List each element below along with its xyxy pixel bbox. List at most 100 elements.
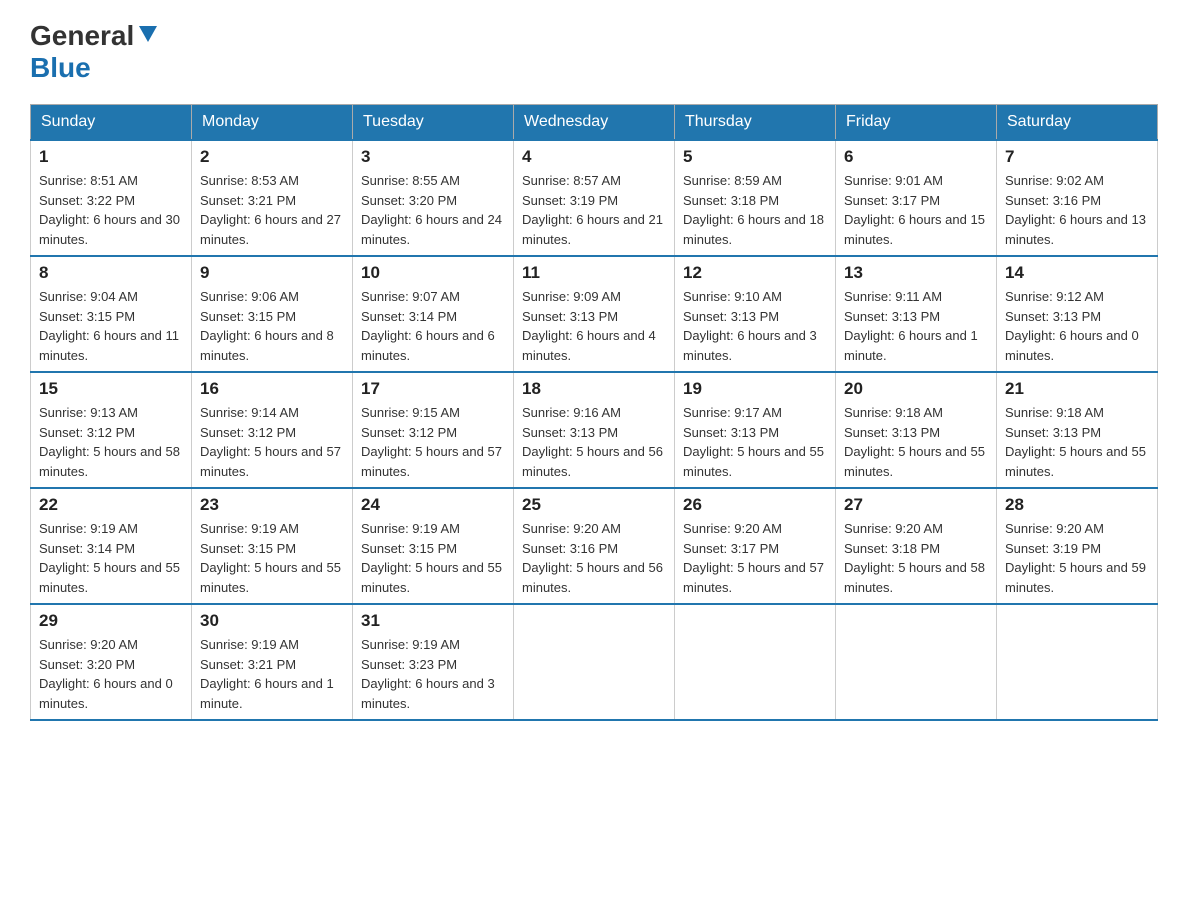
day-number: 1 — [39, 147, 183, 167]
day-number: 18 — [522, 379, 666, 399]
day-info: Sunrise: 8:55 AMSunset: 3:20 PMDaylight:… — [361, 171, 505, 249]
day-number: 31 — [361, 611, 505, 631]
day-number: 10 — [361, 263, 505, 283]
calendar-header-row: SundayMondayTuesdayWednesdayThursdayFrid… — [31, 105, 1158, 141]
day-number: 15 — [39, 379, 183, 399]
calendar-week-row: 8Sunrise: 9:04 AMSunset: 3:15 PMDaylight… — [31, 256, 1158, 372]
calendar-cell: 3 Sunrise: 8:55 AMSunset: 3:20 PMDaylight… — [353, 140, 514, 256]
day-number: 23 — [200, 495, 344, 515]
day-number: 30 — [200, 611, 344, 631]
day-number: 20 — [844, 379, 988, 399]
column-header-monday: Monday — [192, 105, 353, 141]
day-info: Sunrise: 9:10 AMSunset: 3:13 PMDaylight:… — [683, 287, 827, 365]
calendar-cell — [997, 604, 1158, 720]
column-header-friday: Friday — [836, 105, 997, 141]
day-info: Sunrise: 9:17 AMSunset: 3:13 PMDaylight:… — [683, 403, 827, 481]
calendar-cell: 14 Sunrise: 9:12 AMSunset: 3:13 PMDayligh… — [997, 256, 1158, 372]
calendar-week-row: 29 Sunrise: 9:20 AMSunset: 3:20 PMDayligh… — [31, 604, 1158, 720]
calendar-cell: 5Sunrise: 8:59 AMSunset: 3:18 PMDaylight… — [675, 140, 836, 256]
day-info: Sunrise: 9:20 AMSunset: 3:16 PMDaylight:… — [522, 519, 666, 597]
day-info: Sunrise: 9:19 AMSunset: 3:15 PMDaylight:… — [361, 519, 505, 597]
column-header-sunday: Sunday — [31, 105, 192, 141]
calendar-cell: 18 Sunrise: 9:16 AMSunset: 3:13 PMDayligh… — [514, 372, 675, 488]
logo-arrow-icon — [137, 24, 159, 49]
day-info: Sunrise: 9:07 AMSunset: 3:14 PMDaylight:… — [361, 287, 505, 365]
calendar-cell: 15 Sunrise: 9:13 AMSunset: 3:12 PMDayligh… — [31, 372, 192, 488]
calendar-cell: 10 Sunrise: 9:07 AMSunset: 3:14 PMDayligh… — [353, 256, 514, 372]
day-number: 11 — [522, 263, 666, 283]
day-number: 3 — [361, 147, 505, 167]
day-info: Sunrise: 8:51 AMSunset: 3:22 PMDaylight:… — [39, 171, 183, 249]
day-info: Sunrise: 9:19 AMSunset: 3:14 PMDaylight:… — [39, 519, 183, 597]
calendar-cell: 9 Sunrise: 9:06 AMSunset: 3:15 PMDaylight… — [192, 256, 353, 372]
day-info: Sunrise: 9:20 AMSunset: 3:20 PMDaylight:… — [39, 635, 183, 713]
day-info: Sunrise: 9:18 AMSunset: 3:13 PMDaylight:… — [1005, 403, 1149, 481]
day-info: Sunrise: 9:16 AMSunset: 3:13 PMDaylight:… — [522, 403, 666, 481]
day-number: 16 — [200, 379, 344, 399]
calendar-cell: 11Sunrise: 9:09 AMSunset: 3:13 PMDayligh… — [514, 256, 675, 372]
calendar-cell: 2 Sunrise: 8:53 AMSunset: 3:21 PMDaylight… — [192, 140, 353, 256]
column-header-tuesday: Tuesday — [353, 105, 514, 141]
calendar-cell: 21 Sunrise: 9:18 AMSunset: 3:13 PMDayligh… — [997, 372, 1158, 488]
column-header-wednesday: Wednesday — [514, 105, 675, 141]
day-number: 22 — [39, 495, 183, 515]
calendar-cell: 23 Sunrise: 9:19 AMSunset: 3:15 PMDayligh… — [192, 488, 353, 604]
day-info: Sunrise: 9:12 AMSunset: 3:13 PMDaylight:… — [1005, 287, 1149, 365]
day-number: 27 — [844, 495, 988, 515]
day-info: Sunrise: 9:11 AMSunset: 3:13 PMDaylight:… — [844, 287, 988, 365]
day-number: 9 — [200, 263, 344, 283]
calendar-cell: 24 Sunrise: 9:19 AMSunset: 3:15 PMDayligh… — [353, 488, 514, 604]
calendar-cell — [514, 604, 675, 720]
day-number: 13 — [844, 263, 988, 283]
logo: General Blue — [30, 20, 159, 84]
calendar-cell — [675, 604, 836, 720]
column-header-saturday: Saturday — [997, 105, 1158, 141]
day-info: Sunrise: 9:19 AMSunset: 3:21 PMDaylight:… — [200, 635, 344, 713]
calendar-cell: 20 Sunrise: 9:18 AMSunset: 3:13 PMDayligh… — [836, 372, 997, 488]
logo-blue-text: Blue — [30, 52, 91, 83]
calendar-cell: 12 Sunrise: 9:10 AMSunset: 3:13 PMDayligh… — [675, 256, 836, 372]
calendar-week-row: 22 Sunrise: 9:19 AMSunset: 3:14 PMDayligh… — [31, 488, 1158, 604]
day-number: 14 — [1005, 263, 1149, 283]
day-info: Sunrise: 8:53 AMSunset: 3:21 PMDaylight:… — [200, 171, 344, 249]
calendar-cell: 16 Sunrise: 9:14 AMSunset: 3:12 PMDayligh… — [192, 372, 353, 488]
day-info: Sunrise: 9:06 AMSunset: 3:15 PMDaylight:… — [200, 287, 344, 365]
day-number: 24 — [361, 495, 505, 515]
calendar-cell: 13 Sunrise: 9:11 AMSunset: 3:13 PMDayligh… — [836, 256, 997, 372]
day-info: Sunrise: 9:20 AMSunset: 3:17 PMDaylight:… — [683, 519, 827, 597]
day-info: Sunrise: 9:19 AMSunset: 3:23 PMDaylight:… — [361, 635, 505, 713]
day-info: Sunrise: 9:13 AMSunset: 3:12 PMDaylight:… — [39, 403, 183, 481]
day-number: 12 — [683, 263, 827, 283]
calendar-cell: 1 Sunrise: 8:51 AMSunset: 3:22 PMDaylight… — [31, 140, 192, 256]
calendar-cell: 19 Sunrise: 9:17 AMSunset: 3:13 PMDayligh… — [675, 372, 836, 488]
calendar-cell — [836, 604, 997, 720]
day-number: 17 — [361, 379, 505, 399]
page-header: General Blue — [30, 20, 1158, 84]
day-info: Sunrise: 9:02 AMSunset: 3:16 PMDaylight:… — [1005, 171, 1149, 249]
day-info: Sunrise: 8:57 AMSunset: 3:19 PMDaylight:… — [522, 171, 666, 249]
calendar-cell: 26Sunrise: 9:20 AMSunset: 3:17 PMDayligh… — [675, 488, 836, 604]
logo-general-text: General — [30, 20, 134, 52]
calendar-cell: 7 Sunrise: 9:02 AMSunset: 3:16 PMDaylight… — [997, 140, 1158, 256]
calendar-cell: 28 Sunrise: 9:20 AMSunset: 3:19 PMDayligh… — [997, 488, 1158, 604]
day-info: Sunrise: 8:59 AMSunset: 3:18 PMDaylight:… — [683, 171, 827, 249]
column-header-thursday: Thursday — [675, 105, 836, 141]
day-info: Sunrise: 9:04 AMSunset: 3:15 PMDaylight:… — [39, 287, 183, 365]
day-info: Sunrise: 9:18 AMSunset: 3:13 PMDaylight:… — [844, 403, 988, 481]
calendar-cell: 6Sunrise: 9:01 AMSunset: 3:17 PMDaylight… — [836, 140, 997, 256]
day-number: 21 — [1005, 379, 1149, 399]
day-number: 28 — [1005, 495, 1149, 515]
day-info: Sunrise: 9:19 AMSunset: 3:15 PMDaylight:… — [200, 519, 344, 597]
day-info: Sunrise: 9:20 AMSunset: 3:18 PMDaylight:… — [844, 519, 988, 597]
calendar-week-row: 1 Sunrise: 8:51 AMSunset: 3:22 PMDaylight… — [31, 140, 1158, 256]
calendar-cell: 30 Sunrise: 9:19 AMSunset: 3:21 PMDayligh… — [192, 604, 353, 720]
day-info: Sunrise: 9:14 AMSunset: 3:12 PMDaylight:… — [200, 403, 344, 481]
day-info: Sunrise: 9:20 AMSunset: 3:19 PMDaylight:… — [1005, 519, 1149, 597]
calendar-cell: 25Sunrise: 9:20 AMSunset: 3:16 PMDayligh… — [514, 488, 675, 604]
calendar-cell: 8Sunrise: 9:04 AMSunset: 3:15 PMDaylight… — [31, 256, 192, 372]
day-number: 2 — [200, 147, 344, 167]
calendar-cell: 27 Sunrise: 9:20 AMSunset: 3:18 PMDayligh… — [836, 488, 997, 604]
day-number: 19 — [683, 379, 827, 399]
day-number: 7 — [1005, 147, 1149, 167]
day-number: 29 — [39, 611, 183, 631]
